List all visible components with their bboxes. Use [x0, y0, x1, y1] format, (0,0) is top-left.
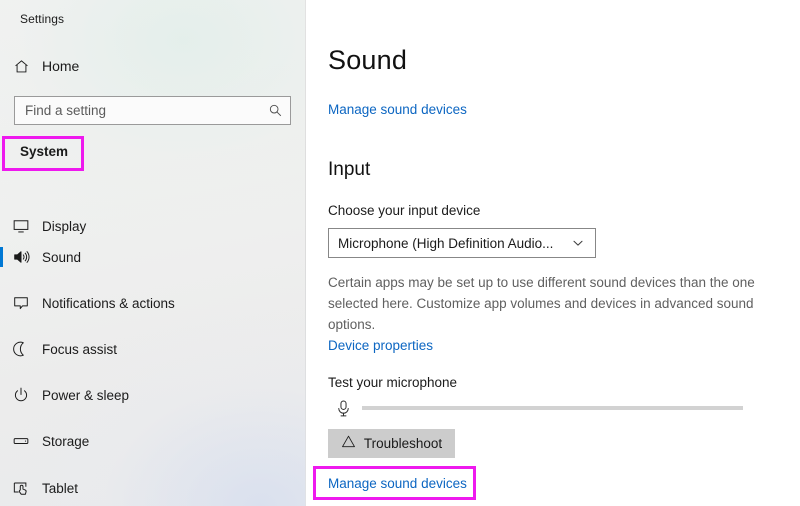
apps-note-text: Certain apps may be set up to use differ…: [328, 275, 755, 332]
section-heading-input: Input: [328, 159, 371, 180]
search-icon[interactable]: [260, 97, 290, 124]
sidebar-item-home[interactable]: Home: [0, 52, 306, 80]
search-input[interactable]: [15, 97, 260, 124]
storage-icon: [0, 432, 42, 450]
input-device-value: Microphone (High Definition Audio...: [338, 235, 554, 251]
sidebar-item-display-label: Display: [42, 218, 87, 234]
input-device-dropdown[interactable]: Microphone (High Definition Audio...: [328, 228, 596, 258]
sidebar-item-display[interactable]: Display: [0, 211, 306, 241]
speaker-icon: [0, 248, 42, 266]
troubleshoot-button[interactable]: Troubleshoot: [328, 429, 455, 458]
manage-sound-devices-link-top[interactable]: Manage sound devices: [328, 102, 467, 117]
tablet-icon: [0, 479, 42, 497]
selection-indicator: [0, 247, 3, 267]
monitor-icon: [0, 217, 42, 235]
notification-icon: [0, 294, 42, 312]
window-title: Settings: [20, 12, 65, 26]
troubleshoot-button-label: Troubleshoot: [363, 436, 443, 451]
sidebar-category-system[interactable]: System: [20, 144, 68, 159]
microphone-level-meter: [328, 396, 760, 420]
microphone-icon: [328, 399, 358, 418]
manage-sound-devices-link-bottom[interactable]: Manage sound devices: [328, 476, 467, 491]
sidebar-item-sound-label: Sound: [42, 249, 82, 265]
home-icon: [0, 58, 42, 75]
sidebar-item-focus-assist-label: Focus assist: [42, 341, 118, 357]
sidebar-item-storage-label: Storage: [42, 433, 90, 449]
page-title: Sound: [328, 45, 408, 75]
chevron-down-icon[interactable]: [561, 229, 595, 257]
search-box[interactable]: [14, 96, 291, 125]
sidebar-item-storage[interactable]: Storage: [0, 426, 306, 456]
sidebar-item-tablet-label: Tablet: [42, 480, 79, 496]
test-microphone-label: Test your microphone: [328, 375, 458, 390]
settings-window: Settings Home System: [0, 0, 800, 506]
device-properties-link[interactable]: Device properties: [328, 338, 433, 353]
sidebar-item-sound[interactable]: Sound: [0, 242, 306, 272]
power-icon: [0, 386, 42, 404]
sidebar-item-tablet[interactable]: Tablet: [0, 473, 306, 503]
sidebar-item-notifications-label: Notifications & actions: [42, 295, 175, 311]
main-content: Sound Manage sound devices Input Choose …: [306, 0, 800, 506]
sidebar-item-power-sleep-label: Power & sleep: [42, 387, 130, 403]
sidebar-item-home-label: Home: [42, 58, 80, 74]
warning-triangle-icon: [341, 434, 356, 454]
moon-icon: [0, 340, 42, 358]
sidebar-item-focus-assist[interactable]: Focus assist: [0, 334, 306, 364]
sidebar-item-power-sleep[interactable]: Power & sleep: [0, 380, 306, 410]
choose-input-device-label: Choose your input device: [328, 203, 481, 218]
microphone-level-track: [362, 406, 743, 410]
sidebar-item-notifications[interactable]: Notifications & actions: [0, 288, 306, 318]
sidebar: Settings Home System: [0, 0, 306, 506]
